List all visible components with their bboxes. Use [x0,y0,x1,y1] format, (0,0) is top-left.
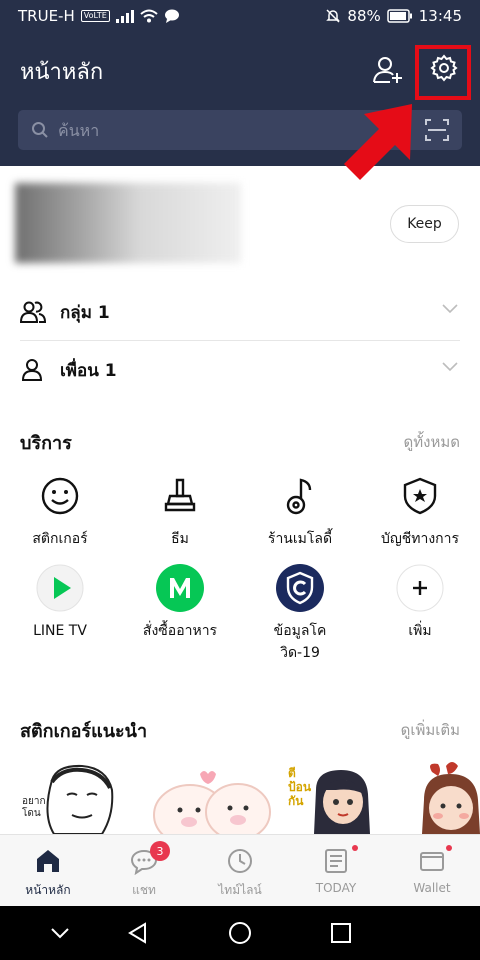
service-label: ร้านเมโลดี้ [267,531,333,547]
add-friend-button[interactable] [368,50,408,90]
notification-dot [446,845,452,851]
chevron-down-icon [442,362,458,372]
tab-label: แชท [132,883,156,897]
battery-percent: 88% [347,7,381,25]
tab-today[interactable]: TODAY [288,835,384,907]
clock-time: 13:45 [418,7,462,25]
group-icon [20,301,46,323]
sticker-item[interactable] [418,760,480,834]
signal-icon [115,9,134,23]
sticker-doll-image [422,762,480,834]
qr-scan-icon[interactable] [425,119,449,141]
notification-dot [352,845,358,851]
bell-muted-icon [326,9,341,23]
search-icon [32,122,48,138]
brush-icon [164,478,196,512]
volte-badge: VoLTE [80,10,110,22]
battery-icon [387,9,412,23]
groups-row[interactable]: กลุ่ม 1 [20,284,460,340]
service-label: สติกเกอร์ [32,531,88,547]
service-label: บัญชีทางการ [380,531,460,547]
android-nav-bar [0,906,480,960]
news-icon [325,849,347,873]
plus-icon [396,564,444,612]
sticker-caption: ตี ป้อน กัน [288,766,312,808]
tab-label: TODAY [315,881,357,895]
recommended-stickers-title: สติกเกอร์แนะนำ [20,721,148,742]
settings-highlight-box [415,45,471,100]
service-official-accounts[interactable]: บัญชีทางการ [360,472,480,550]
profile-card-blurred[interactable] [15,183,241,263]
keep-button[interactable]: Keep [390,205,459,243]
stickers-see-more-link[interactable]: ดูเพิ่มเติม [401,718,460,742]
service-themes[interactable]: ธีม [120,472,240,550]
message-icon [164,9,179,23]
sticker-item[interactable]: อยาก โดน [22,760,132,834]
service-stickers[interactable]: สติกเกอร์ [0,472,120,550]
official-shield-icon [403,477,437,515]
back-triangle-icon [128,922,146,944]
home-icon [37,850,59,872]
covid-shield-icon [276,564,324,612]
friend-icon [21,359,43,381]
service-label: เพิ่ม [408,623,432,639]
tab-label: ไทม์ไลน์ [218,883,262,897]
service-label: สั่งซื้ออาหาร [142,623,218,639]
red-arrow-icon [344,104,412,180]
sticker-item[interactable] [152,760,272,834]
divider [20,340,460,341]
nav-hide-button[interactable] [45,918,75,948]
line-man-icon [156,564,204,612]
recents-square-icon [331,923,351,943]
page-title: หน้าหลัก [20,60,104,85]
tab-label: หน้าหลัก [25,883,71,897]
friends-label: เพื่อน 1 [60,360,117,381]
tab-home[interactable]: หน้าหลัก [0,835,96,907]
service-food-order[interactable]: สั่งซื้ออาหาร [120,564,240,642]
clock-icon [228,849,252,873]
service-label: LINE TV [33,623,87,639]
friends-row[interactable]: เพื่อน 1 [20,342,460,398]
services-title: บริการ [20,433,72,454]
wifi-icon [140,9,158,23]
chevron-down-icon [51,928,69,939]
chevron-down-icon [442,304,458,314]
nav-back-button[interactable] [123,918,153,948]
music-note-icon [286,478,312,515]
nav-recents-button[interactable] [326,918,356,948]
services-see-all-link[interactable]: ดูทั้งหมด [404,430,460,454]
sticker-caption: อยาก โดน [22,796,46,819]
home-circle-icon [229,922,251,944]
groups-label: กลุ่ม 1 [60,302,110,323]
bottom-tab-bar: หน้าหลัก 3 แชท ไทม์ไลน์ TODAY Wallet [0,834,480,906]
service-label: ข้อมูลโควิด-19 [273,623,327,661]
service-covid-info[interactable]: ข้อมูลโควิด-19 [240,564,360,664]
add-friend-icon [373,57,402,83]
wallet-icon [420,852,444,871]
tab-wallet[interactable]: Wallet [384,835,480,907]
status-bar: TRUE-H VoLTE 88% 13:45 [0,0,480,32]
service-label: ธีม [171,531,189,547]
service-add-more[interactable]: เพิ่ม [360,564,480,642]
carrier-name: TRUE-H [18,7,75,25]
line-tv-icon [36,564,84,612]
smiley-icon [41,477,79,515]
nav-home-button[interactable] [225,918,255,948]
tab-chat[interactable]: 3 แชท [96,835,192,907]
tab-label: Wallet [413,881,451,895]
tab-timeline[interactable]: ไทม์ไลน์ [192,835,288,907]
sticker-item[interactable]: ตี ป้อน กัน [286,760,396,834]
service-line-tv[interactable]: LINE TV [0,564,120,642]
service-melody[interactable]: ร้านเมโลดี้ [240,472,360,550]
sticker-bears-image [153,771,271,834]
chat-unread-badge: 3 [150,841,170,861]
